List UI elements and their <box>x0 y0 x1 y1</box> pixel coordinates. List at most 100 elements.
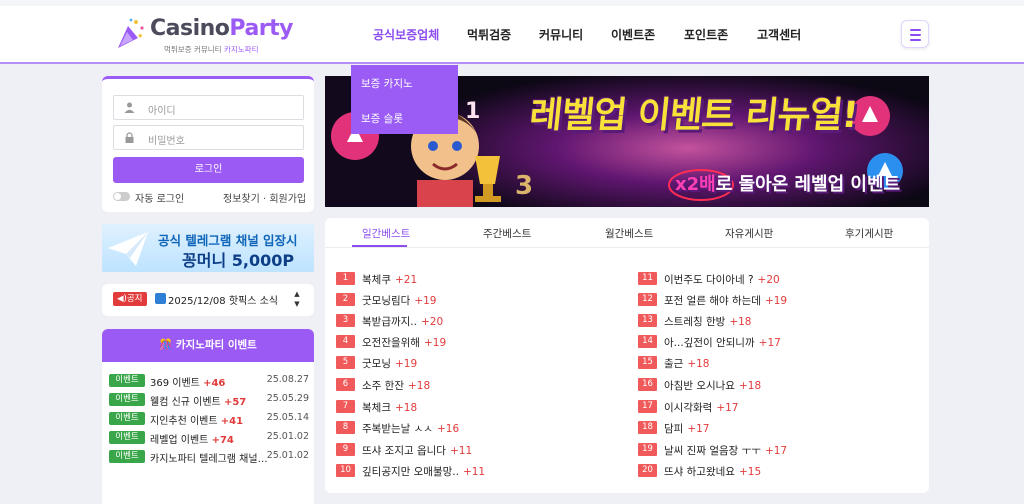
username-field[interactable]: 아이디 <box>113 95 304 120</box>
rank-number: 12 <box>638 293 657 306</box>
tab-weekly-best[interactable]: 주간베스트 <box>483 226 531 241</box>
rank-count: +18 <box>394 402 418 414</box>
site-header: CasinoParty 먹튀보증 커뮤니티 카지노파티 공식보증업체 먹튀검증 … <box>0 6 1024 64</box>
rank-title-text: 소주 한잔 <box>362 380 404 392</box>
event-row[interactable]: 이벤트 카지노파티 텔레그램 채널 … 25.01.02 <box>109 449 309 465</box>
event-row[interactable]: 이벤트 웰컴 신규 이벤트 +57 25.05.29 <box>109 392 309 408</box>
banner-subtitle: x2배로 돌아온 레벨업 이벤트 <box>675 170 900 196</box>
telegram-banner[interactable]: 공식 텔레그램 채널 입장시 꽁머니 5,000P <box>102 224 314 272</box>
rank-count: +17 <box>716 402 739 414</box>
rank-number: 10 <box>336 464 355 477</box>
rank-title-text: 복받급까지.. <box>362 316 417 328</box>
tab-daily-best[interactable]: 일간베스트 <box>362 226 410 241</box>
chevron-up-icon[interactable]: ▲ <box>291 289 303 299</box>
rank-title: 복체크 +18 <box>362 400 417 415</box>
rank-number: 19 <box>638 443 657 456</box>
rank-title: 이번주도 다이아네 ? +20 <box>664 272 780 287</box>
rank-title-text: 이시각화력 <box>664 402 713 414</box>
hamburger-menu-button[interactable] <box>901 20 929 48</box>
rank-title: 이시각화력 +17 <box>664 400 738 415</box>
rank-title-text: 복체크 <box>362 402 391 414</box>
tab-review-board[interactable]: 후기게시판 <box>845 226 893 241</box>
tab-monthly-best[interactable]: 월간베스트 <box>605 226 653 241</box>
main-nav: 공식보증업체 먹튀검증 커뮤니티 이벤트존 포인트존 고객센터 <box>0 6 1024 64</box>
rank-count: +17 <box>758 337 781 349</box>
telegram-icon <box>108 232 148 266</box>
event-badge: 이벤트 <box>109 450 145 463</box>
rank-title-text: 굿모닝 <box>362 358 391 370</box>
event-row[interactable]: 이벤트 지인추천 이벤트 +41 25.05.14 <box>109 411 309 427</box>
auto-login-toggle[interactable] <box>113 192 130 201</box>
username-placeholder: 아이디 <box>148 106 176 117</box>
rank-title-text: 복체쿠 <box>362 274 391 286</box>
rank-title: 뜨샤 조지고 옵니다 +11 <box>362 443 472 458</box>
nav-dropdown: 보증 카지노 보증 슬롯 <box>351 65 458 134</box>
rank-count: +19 <box>394 358 418 370</box>
active-tab-underline <box>352 245 407 247</box>
rank-title-text: 뜨샤 조지고 옵니다 <box>362 445 446 457</box>
nav-item-official-partners[interactable]: 공식보증업체 <box>373 26 439 43</box>
rank-number: 16 <box>638 378 657 391</box>
nav-item-community[interactable]: 커뮤니티 <box>539 26 583 43</box>
nav-item-event-zone[interactable]: 이벤트존 <box>611 26 655 43</box>
rank-title: 날씨 진짜 얼음장 ㅜㅜ +17 <box>664 443 787 458</box>
event-row[interactable]: 이벤트 레벨업 이벤트 +74 25.01.02 <box>109 430 309 446</box>
dropdown-item-guarantee-casino[interactable]: 보증 카지노 <box>361 76 413 91</box>
event-title-text: 웰컴 신규 이벤트 <box>150 397 221 408</box>
tab-free-board[interactable]: 자유게시판 <box>725 226 773 241</box>
rank-title-text: 스트레칭 한방 <box>664 316 726 328</box>
find-account-links[interactable]: 정보찾기 · 회원가입 <box>223 190 306 205</box>
event-date: 25.01.02 <box>266 450 309 461</box>
rank-number: 18 <box>638 421 657 434</box>
notice-scroll-controls: ▲ ▼ <box>291 289 303 311</box>
login-button[interactable]: 로그인 <box>113 157 304 183</box>
nav-item-scam-verification[interactable]: 먹튀검증 <box>467 26 511 43</box>
rank-number: 14 <box>638 335 657 348</box>
rank-count: +18 <box>687 358 710 370</box>
event-date: 25.05.14 <box>266 412 309 423</box>
refresh-icon <box>155 293 166 304</box>
auto-login-label[interactable]: 자동 로그인 <box>135 190 184 205</box>
rank-number: 6 <box>336 378 355 391</box>
rank-number: 4 <box>336 335 355 348</box>
banner-x2: x2배 <box>675 174 716 195</box>
event-plus: +74 <box>211 435 234 446</box>
rank-count: +20 <box>757 274 780 286</box>
hamburger-line <box>910 34 921 36</box>
svg-text:1: 1 <box>465 99 480 124</box>
rank-title: 출근 +18 <box>664 356 710 371</box>
rank-count: +18 <box>729 316 752 328</box>
rank-count: +18 <box>407 380 431 392</box>
nav-item-customer-center[interactable]: 고객센터 <box>757 26 801 43</box>
rank-title: 포전 얼른 해야 하는데 +19 <box>664 293 787 308</box>
rank-title: 복체쿠 +21 <box>362 272 417 287</box>
password-field[interactable]: 비밀번호 <box>113 125 304 150</box>
telegram-banner-line2: 꽁머니 5,000P <box>182 251 295 270</box>
lock-icon <box>125 132 134 143</box>
chevron-down-icon[interactable]: ▼ <box>291 299 303 309</box>
rank-count: +21 <box>394 274 418 286</box>
dropdown-item-guarantee-slot[interactable]: 보증 슬롯 <box>361 111 403 126</box>
rank-number: 13 <box>638 314 657 327</box>
rank-title: 아침반 오시나요 +18 <box>664 378 761 393</box>
rank-number: 1 <box>336 272 355 285</box>
nav-item-point-zone[interactable]: 포인트존 <box>684 26 728 43</box>
event-title: 레벨업 이벤트 +74 <box>150 431 268 446</box>
rank-count: +17 <box>764 445 788 457</box>
rank-title-text: 주복받는날 ㅅㅅ <box>362 423 433 435</box>
best-posts-board: 일간베스트 주간베스트 월간베스트 자유게시판 후기게시판 1 복체쿠 +21 2굿… <box>325 218 929 493</box>
rank-title: 굿모닝 +19 <box>362 356 417 371</box>
event-title-text: 카지노파티 텔레그램 채널 … <box>150 454 268 465</box>
login-box: 아이디 비밀번호 로그인 자동 로그인 정보찾기 · 회원가입 <box>102 76 314 212</box>
event-title: 웰컴 신규 이벤트 +57 <box>150 393 268 408</box>
notice-text[interactable]: 2025/12/08 핫픽스 소식 <box>168 292 278 307</box>
rank-title: 스트레칭 한방 +18 <box>664 314 751 329</box>
event-row[interactable]: 이벤트 369 이벤트 +46 25.08.27 <box>109 373 309 389</box>
event-box-title[interactable]: 🎊 카지노파티 이벤트 <box>102 329 314 362</box>
rank-title-text: 아...깊전이 안되니까 <box>664 337 755 349</box>
rank-title: 복받급까지.. +20 <box>362 314 443 329</box>
rank-title: 뜨샤 하고왔네요 +15 <box>664 464 761 479</box>
event-badge: 이벤트 <box>109 412 145 425</box>
rank-count: +11 <box>462 466 486 478</box>
rank-count: +20 <box>420 316 444 328</box>
